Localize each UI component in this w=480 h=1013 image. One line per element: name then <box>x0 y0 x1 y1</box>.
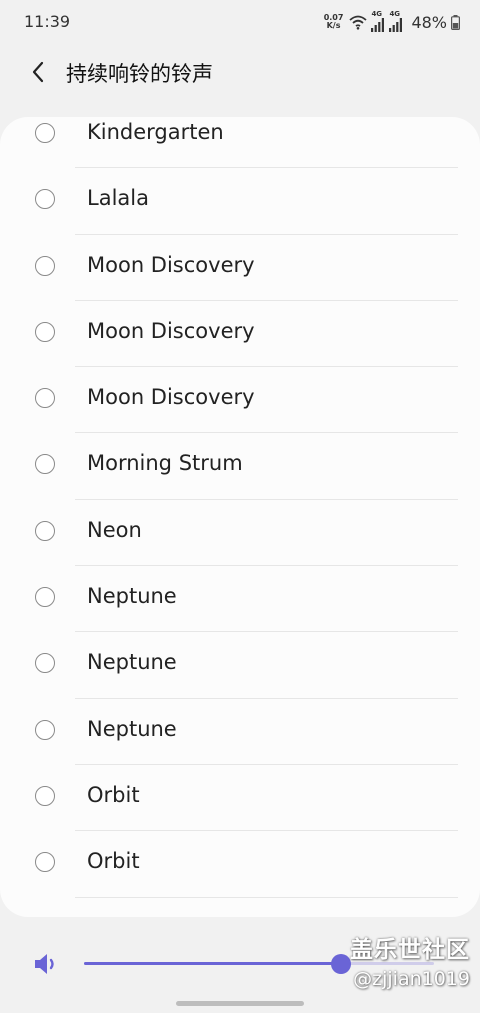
ringtone-list-scroll[interactable]: Kindergarten Lalala Moon Discovery Moon … <box>0 117 480 898</box>
radio-button[interactable] <box>35 653 55 674</box>
ringtone-item[interactable]: Neptune <box>0 566 480 633</box>
status-time: 11:39 <box>24 12 71 31</box>
radio-button[interactable] <box>35 189 55 210</box>
ringtone-item[interactable]: Neptune <box>0 699 480 765</box>
page-title: 持续响铃的铃声 <box>66 62 213 86</box>
radio-button[interactable] <box>35 123 55 143</box>
ringtone-label: Morning Strum <box>87 451 243 476</box>
ringtone-item[interactable]: Orbit <box>0 831 480 898</box>
radio-button[interactable] <box>35 785 55 806</box>
network-speed-unit: K/s <box>326 21 341 30</box>
ringtone-item[interactable]: Neon <box>0 500 480 567</box>
ringtone-label: Orbit <box>87 782 140 807</box>
sim2-network-label: 4G <box>389 10 401 18</box>
ringtone-label: Orbit <box>87 849 140 874</box>
radio-button[interactable] <box>35 719 55 740</box>
ringtone-label: Kindergarten <box>87 120 224 144</box>
status-bar: 11:39 0.07 K/s 4G 4G 48% <box>0 0 480 44</box>
ringtone-item[interactable]: Orbit <box>0 765 480 832</box>
network-speed: 0.07 K/s <box>324 14 344 30</box>
ringtone-label: Neptune <box>87 716 177 741</box>
ringtone-label: Moon Discovery <box>87 385 255 410</box>
ringtone-item[interactable]: Moon Discovery <box>0 301 480 368</box>
divider <box>75 896 458 898</box>
watermark-community: 盖乐世社区 <box>350 937 470 963</box>
watermark-username: @zjjian1019 <box>353 968 470 990</box>
ringtone-label: Neon <box>87 517 142 542</box>
chevron-left-icon <box>32 61 44 83</box>
wifi-icon <box>349 15 368 30</box>
radio-button[interactable] <box>35 587 55 608</box>
app-header: 持续响铃的铃声 <box>0 44 480 100</box>
radio-button[interactable] <box>35 852 55 873</box>
battery-percent: 48% <box>411 12 447 32</box>
signal-icon-sim1: 4G <box>371 10 385 32</box>
signal-icon-sim2: 4G <box>389 10 403 32</box>
ringtone-item[interactable]: Moon Discovery <box>0 235 480 301</box>
ringtone-item[interactable]: Kindergarten <box>0 117 480 169</box>
back-button[interactable] <box>22 54 54 90</box>
radio-button[interactable] <box>35 520 55 541</box>
home-gesture-bar[interactable] <box>176 1001 304 1006</box>
ringtone-label: Moon Discovery <box>87 252 255 277</box>
ringtone-label: Neptune <box>87 584 177 609</box>
status-icons: 0.07 K/s 4G 4G 48% <box>324 10 460 34</box>
watermark: 盖乐世社区 @zjjian1019 <box>350 930 470 990</box>
ringtone-label: Lalala <box>87 186 149 211</box>
radio-button[interactable] <box>35 255 55 276</box>
ringtone-item[interactable]: Lalala <box>0 168 480 235</box>
ringtone-label: Neptune <box>87 650 177 675</box>
ringtone-item[interactable]: Neptune <box>0 632 480 699</box>
volume-slider-thumb[interactable] <box>330 954 351 974</box>
battery-icon <box>451 14 460 30</box>
ringtone-item[interactable]: Morning Strum <box>0 433 480 500</box>
sim1-network-label: 4G <box>371 10 383 18</box>
ringtone-label: Moon Discovery <box>87 318 255 343</box>
radio-button[interactable] <box>35 388 55 409</box>
ringtone-item[interactable]: Moon Discovery <box>0 367 480 434</box>
radio-button[interactable] <box>35 454 55 475</box>
speaker-icon <box>35 954 54 974</box>
ringtone-list: Kindergarten Lalala Moon Discovery Moon … <box>0 117 480 917</box>
radio-button[interactable] <box>35 321 55 342</box>
volume-slider-fill <box>84 962 341 965</box>
